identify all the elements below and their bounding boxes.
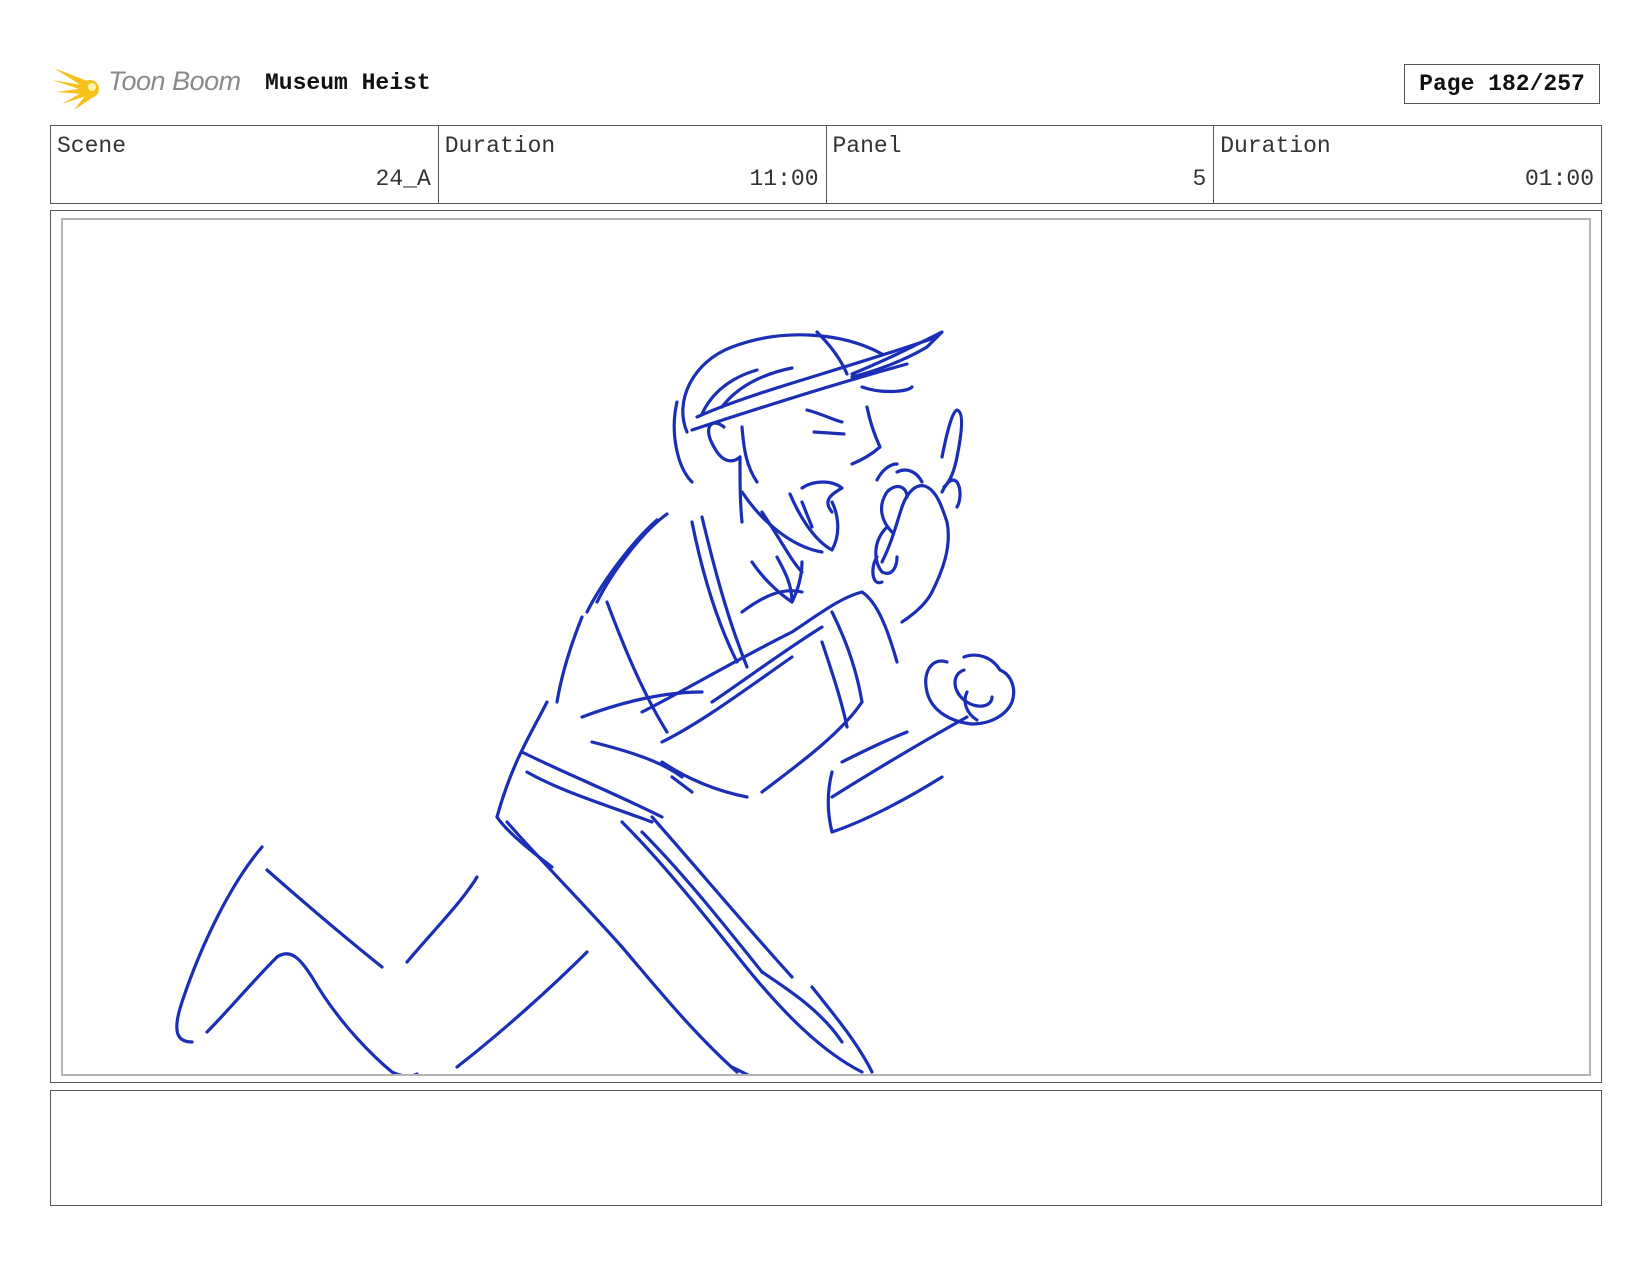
storyboard-sketch [175, 330, 1016, 1074]
page-number: Page 182/257 [1404, 64, 1600, 104]
project-title: Museum Heist [265, 70, 431, 96]
scene-value: 24_A [375, 166, 431, 192]
scene-duration-value: 11:00 [749, 166, 819, 192]
scene-label: Scene [57, 133, 127, 159]
scene-duration-label: Duration [444, 133, 556, 159]
scene-cell: Scene 24_A [51, 126, 439, 203]
toon-boom-logo: Toon Boom [52, 58, 252, 114]
star-burst-icon [52, 68, 99, 110]
panel-value: 5 [1192, 166, 1207, 192]
panel-label: Panel [832, 133, 902, 159]
character-sketch [175, 330, 1016, 1074]
panel-duration-cell: Duration 01:00 [1214, 126, 1601, 203]
panel-cell: Panel 5 [827, 126, 1215, 203]
panel-notes-box[interactable] [50, 1090, 1602, 1206]
scene-duration-cell: Duration 11:00 [439, 126, 827, 203]
panel-safe-frame [61, 218, 1591, 1076]
scene-info-row: Scene 24_A Duration 11:00 Panel 5 Durati… [50, 125, 1602, 204]
panel-duration-label: Duration [1220, 133, 1331, 159]
logo-text: Toon Boom [108, 66, 241, 96]
panel-duration-value: 01:00 [1524, 166, 1594, 192]
